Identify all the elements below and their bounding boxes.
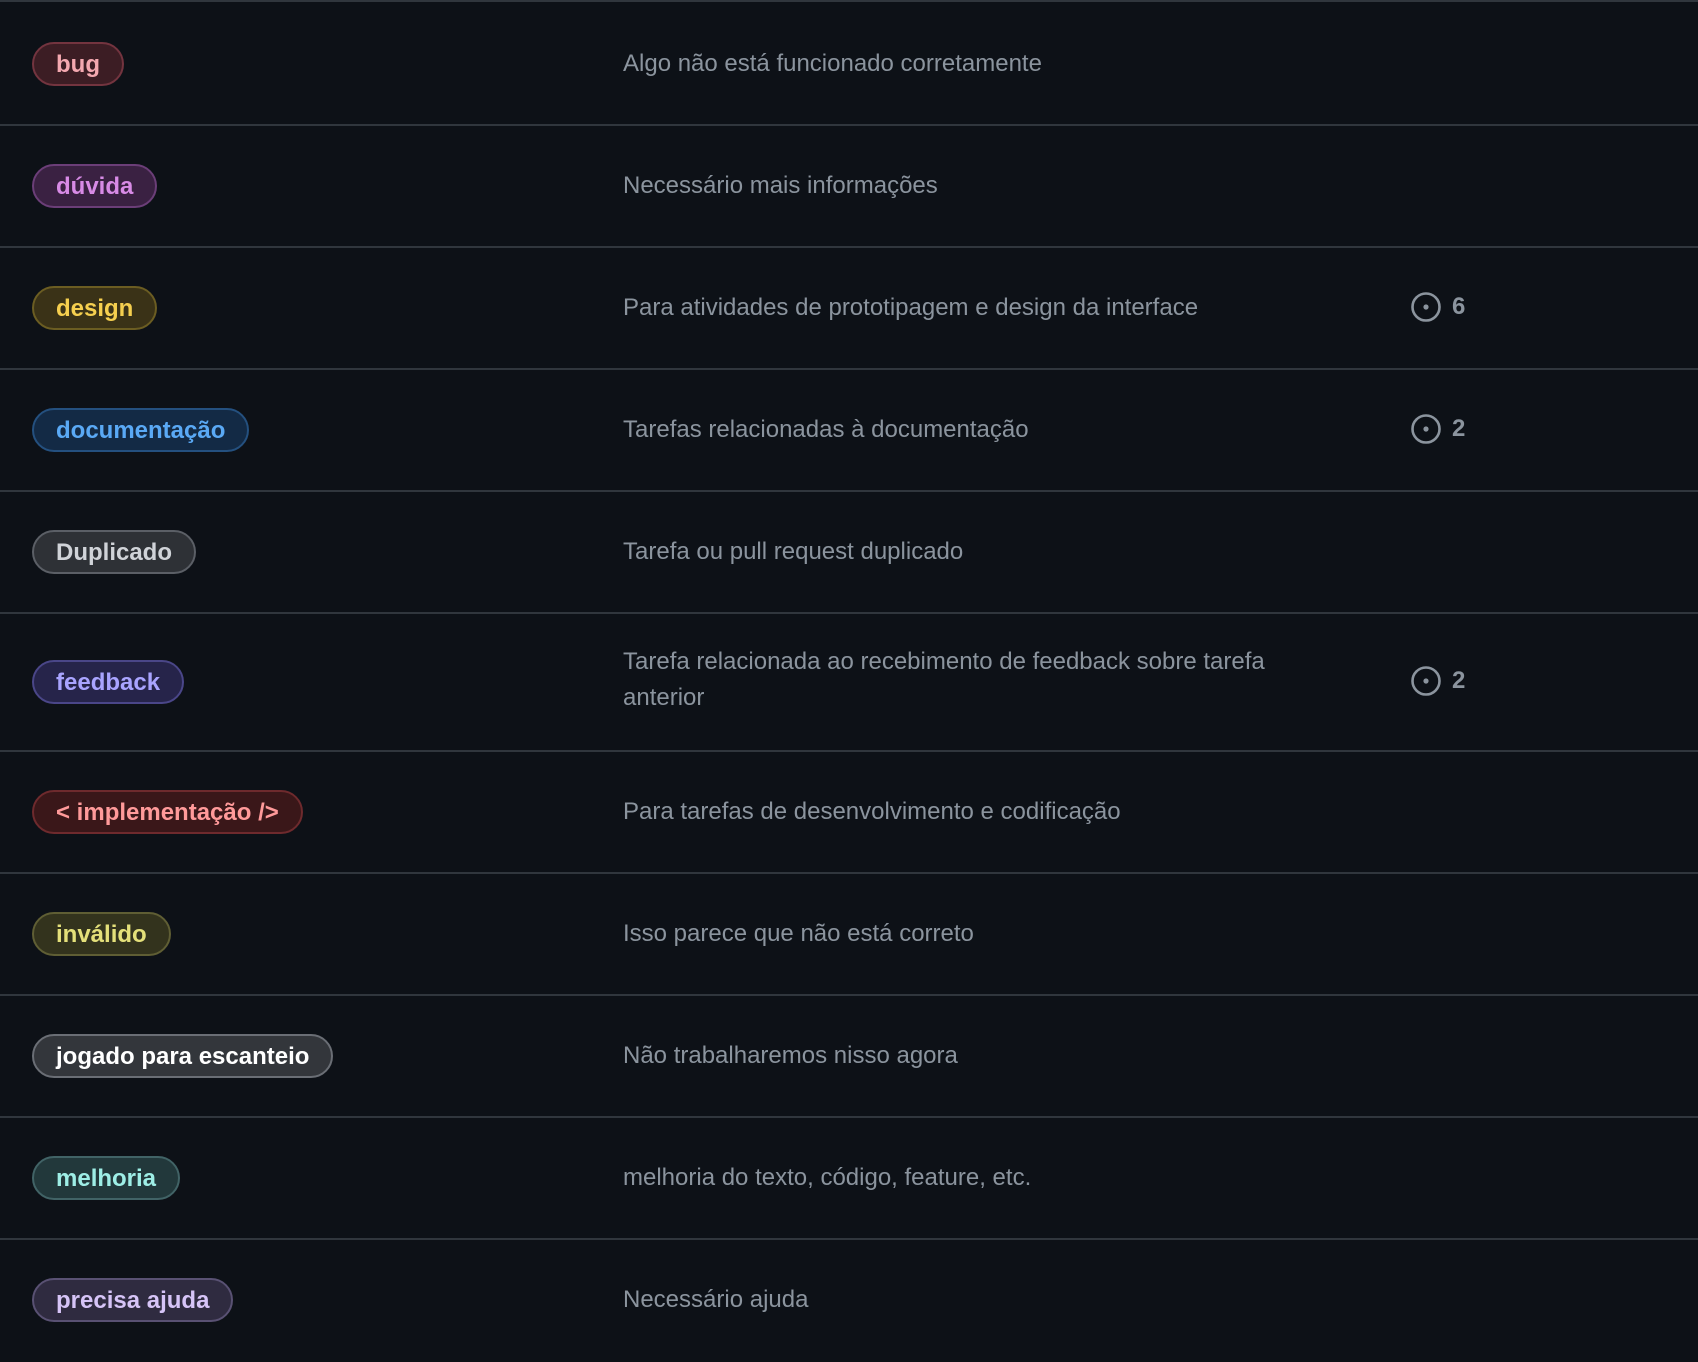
label-description: Tarefas relacionadas à documentação [623, 416, 1029, 443]
label-row: bug Algo não está funcionado corretament… [0, 2, 1698, 126]
issue-opened-icon [1410, 665, 1442, 697]
label-row: documentação Tarefas relacionadas à docu… [0, 370, 1698, 492]
label-description: Tarefa relacionada ao recebimento de fee… [623, 648, 1265, 711]
label-description: Não trabalharemos nisso agora [623, 1042, 958, 1069]
label-pill[interactable]: documentação [32, 408, 250, 452]
label-row: design Para atividades de prototipagem e… [0, 248, 1698, 370]
label-pill[interactable]: melhoria [32, 1156, 181, 1200]
label-pill[interactable]: inválido [32, 912, 171, 956]
label-pill[interactable]: bug [32, 42, 124, 86]
label-description: Algo não está funcionado corretamente [623, 50, 1042, 77]
label-pill[interactable]: dúvida [32, 164, 158, 208]
labels-list: bug Algo não está funcionado corretament… [0, 0, 1698, 1360]
label-pill[interactable]: Duplicado [32, 530, 197, 574]
open-issues-count: 6 [1452, 293, 1466, 320]
open-issues-count: 2 [1452, 415, 1466, 442]
label-row: feedback Tarefa relacionada ao recebimen… [0, 614, 1698, 752]
label-description: melhoria do texto, código, feature, etc. [623, 1164, 1032, 1191]
label-row: inválido Isso parece que não está corret… [0, 874, 1698, 996]
label-description: Para atividades de prototipagem e design… [623, 294, 1199, 321]
label-pill[interactable]: < implementação /> [32, 790, 303, 834]
label-row: dúvida Necessário mais informações [0, 126, 1698, 248]
label-description: Tarefa ou pull request duplicado [623, 538, 964, 565]
open-issues-link[interactable]: 2 [1410, 412, 1465, 446]
open-issues-count: 2 [1452, 667, 1466, 694]
label-row: < implementação /> Para tarefas de desen… [0, 752, 1698, 874]
issue-opened-icon [1410, 413, 1442, 445]
label-pill[interactable]: jogado para escanteio [32, 1034, 334, 1078]
issue-opened-icon [1410, 291, 1442, 323]
open-issues-link[interactable]: 2 [1410, 664, 1465, 698]
open-issues-link[interactable]: 6 [1410, 290, 1465, 324]
label-description: Necessário ajuda [623, 1286, 809, 1313]
label-row: Duplicado Tarefa ou pull request duplica… [0, 492, 1698, 614]
label-pill[interactable]: design [32, 286, 158, 330]
label-row: jogado para escanteio Não trabalharemos … [0, 996, 1698, 1118]
label-pill[interactable]: precisa ajuda [32, 1278, 234, 1322]
label-pill[interactable]: feedback [32, 660, 185, 704]
label-row: precisa ajuda Necessário ajuda [0, 1240, 1698, 1362]
label-row: melhoria melhoria do texto, código, feat… [0, 1118, 1698, 1240]
label-description: Para tarefas de desenvolvimento e codifi… [623, 798, 1121, 825]
label-description: Necessário mais informações [623, 172, 938, 199]
label-description: Isso parece que não está correto [623, 920, 974, 947]
